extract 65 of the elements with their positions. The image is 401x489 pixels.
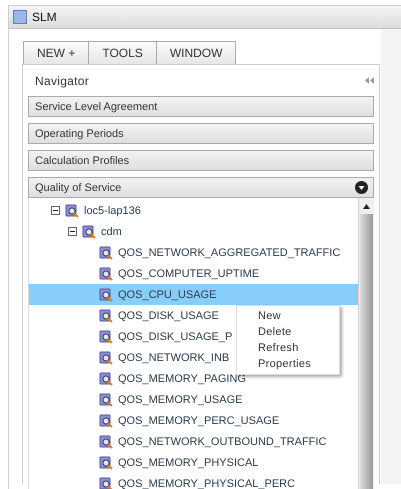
menu-tab[interactable]: WINDOW — [156, 41, 236, 64]
tree-item-label: QOS_CPU_USAGE — [118, 288, 216, 300]
accordion-label: Service Level Agreement — [35, 100, 158, 112]
tree-item-label: QOS_MEMORY_PHYSICAL_PERC — [118, 478, 296, 489]
tree-item[interactable]: QOS_NETWORK_AGGREGATED_TRAFFIC — [29, 242, 340, 263]
tree-item-label: QOS_NETWORK_INB — [118, 352, 230, 364]
tree-item[interactable]: QOS_MEMORY_PERC_USAGE — [29, 410, 280, 431]
collapse-icon[interactable] — [68, 227, 77, 236]
scrollbar[interactable] — [358, 198, 374, 489]
tree-item[interactable]: QOS_CPU_USAGE — [29, 284, 358, 305]
window-icon — [13, 10, 27, 24]
document-magnifier-icon — [99, 476, 113, 489]
document-magnifier-icon — [99, 246, 113, 260]
tree-item-label: QOS_MEMORY_PERC_USAGE — [118, 414, 280, 426]
tree-item-label: loc5-lap136 — [84, 204, 141, 216]
navigator-title: Navigator — [35, 74, 90, 88]
tree-item[interactable]: QOS_DISK_USAGE_P — [29, 326, 232, 347]
context-menu-item[interactable]: New — [237, 308, 339, 324]
document-magnifier-icon — [99, 266, 113, 280]
document-magnifier-icon — [99, 372, 113, 386]
tree-item[interactable]: QOS_NETWORK_INB — [29, 347, 230, 368]
tree-item[interactable]: QOS_MEMORY_PHYSICAL — [29, 452, 258, 473]
menu-tab[interactable]: NEW + — [23, 41, 90, 64]
document-magnifier-icon — [65, 204, 79, 218]
expanded-indicator-icon — [355, 181, 368, 194]
tree-item-label: QOS_NETWORK_OUTBOUND_TRAFFIC — [118, 436, 326, 448]
accordion-label: Operating Periods — [35, 128, 124, 140]
menu-tab[interactable]: TOOLS — [88, 41, 157, 64]
scroll-up-icon[interactable] — [363, 204, 370, 209]
document-magnifier-icon — [99, 308, 113, 322]
window-title: SLM — [32, 10, 57, 24]
document-magnifier-icon — [99, 414, 113, 428]
tree-item-label: QOS_MEMORY_USAGE — [118, 394, 242, 406]
accordion-header[interactable]: Calculation Profiles — [28, 150, 374, 171]
tree-item-label: QOS_COMPUTER_UPTIME — [118, 268, 260, 280]
tree-item-label: QOS_DISK_USAGE_P — [118, 330, 232, 342]
accordion-label: Quality of Service — [35, 182, 122, 194]
collapse-icon[interactable] — [51, 206, 60, 215]
tree-item[interactable]: cdm — [29, 221, 122, 242]
tree-item-label: QOS_NETWORK_AGGREGATED_TRAFFIC — [118, 246, 340, 258]
tree-item[interactable]: loc5-lap136 — [29, 200, 141, 221]
accordion-label: Calculation Profiles — [35, 154, 130, 166]
tree-item-label: QOS_MEMORY_PHYSICAL — [118, 456, 258, 468]
context-menu-item[interactable]: Refresh — [237, 340, 339, 356]
document-magnifier-icon — [99, 288, 113, 302]
accordion-header[interactable]: Operating Periods — [28, 123, 374, 144]
scrollbar-thumb[interactable] — [360, 214, 373, 489]
document-magnifier-icon — [99, 456, 113, 470]
tree-item[interactable]: QOS_MEMORY_USAGE — [29, 389, 242, 410]
tree-item-label: cdm — [101, 226, 122, 238]
context-menu-item[interactable]: Delete — [237, 324, 339, 340]
accordion-header[interactable]: Service Level Agreement — [28, 96, 374, 117]
tree-item[interactable]: QOS_NETWORK_OUTBOUND_TRAFFIC — [29, 431, 326, 452]
tree-item-label: QOS_MEMORY_PAGING — [118, 372, 246, 384]
tree-item[interactable]: QOS_MEMORY_PHYSICAL_PERC — [29, 473, 296, 489]
document-magnifier-icon — [99, 434, 113, 448]
tree-item[interactable]: QOS_COMPUTER_UPTIME — [29, 263, 260, 284]
accordion-header[interactable]: Quality of Service — [28, 177, 374, 198]
tree-item[interactable]: QOS_DISK_USAGE — [29, 305, 219, 326]
document-magnifier-icon — [99, 350, 113, 364]
document-magnifier-icon — [99, 330, 113, 344]
collapse-left-icon[interactable] — [365, 77, 374, 84]
document-magnifier-icon — [82, 224, 96, 238]
document-magnifier-icon — [99, 392, 113, 406]
tree-item-label: QOS_DISK_USAGE — [118, 310, 219, 322]
